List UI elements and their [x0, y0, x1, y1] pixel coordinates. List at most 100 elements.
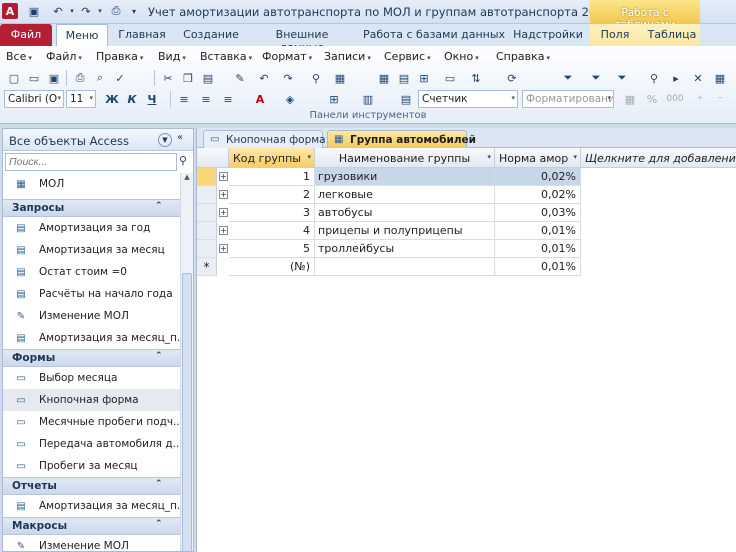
doc-tab-vehicle-groups[interactable]: ▦ Группа автомобилей — [327, 130, 476, 148]
print-preview-icon[interactable]: ⌕ — [92, 70, 108, 86]
menu-all[interactable]: Все ▾ — [6, 50, 32, 63]
table-row[interactable]: + 3 автобусы 0,03% — [197, 204, 585, 222]
nav-item-query[interactable]: ✎ Изменение МОЛ — [3, 305, 181, 327]
alternate-fill-icon[interactable]: ▥ — [360, 91, 376, 107]
cell-depreciation-rate[interactable]: 0,02% — [495, 186, 581, 204]
customize-toolbar-icon[interactable]: ▾ — [126, 3, 142, 19]
nav-header[interactable]: Все объекты Access ▼ « — [3, 129, 193, 151]
column-filter-arrow-icon[interactable]: ▾ — [573, 153, 577, 161]
nav-title[interactable]: Все объекты Access — [9, 134, 129, 148]
cell-depreciation-rate[interactable]: 0,03% — [495, 204, 581, 222]
database-window-icon[interactable]: ▦ — [712, 70, 728, 86]
save-icon[interactable]: ▣ — [26, 3, 42, 19]
column-filter-arrow-icon[interactable]: ▾ — [307, 153, 311, 161]
cell-group-name[interactable]: троллейбусы — [315, 240, 495, 258]
tab-home[interactable]: Главная — [112, 24, 172, 46]
underline-button[interactable]: Ч — [144, 91, 160, 107]
row-selector[interactable] — [197, 168, 217, 186]
table-row[interactable]: + 4 прицепы и полуприцепы 0,01% — [197, 222, 585, 240]
new-object-icon[interactable]: ▭ — [442, 70, 458, 86]
nav-item-query[interactable]: ▤ Амортизация за год — [3, 217, 181, 239]
cell-depreciation-rate-new[interactable]: 0,01% — [495, 258, 581, 276]
new-document-icon[interactable]: ▢ — [6, 70, 22, 86]
print-icon[interactable]: ⎙ — [108, 3, 124, 19]
font-size-combo[interactable]: 11 ▾ — [66, 90, 96, 108]
spell-check-icon[interactable]: ✓ — [112, 70, 128, 86]
table-row[interactable]: + 1 грузовики 0,02% — [197, 168, 585, 186]
column-header-group-code[interactable]: Код группы ▾ — [229, 148, 315, 168]
nav-item-query[interactable]: ▤ Расчёты на начало года — [3, 283, 181, 305]
tab-table[interactable]: Таблица — [644, 24, 700, 46]
copy-icon[interactable]: ❐ — [180, 70, 196, 86]
find-icon[interactable]: ⚲ — [646, 70, 662, 86]
tab-menu[interactable]: Меню — [56, 24, 108, 46]
nav-scrollbar[interactable]: ▲ — [180, 173, 193, 551]
undo-icon[interactable]: ↶ — [256, 70, 272, 86]
select-all-corner[interactable] — [197, 148, 229, 168]
align-right-icon[interactable]: ≡ — [220, 91, 236, 107]
collapse-pane-icon[interactable]: « — [177, 132, 183, 143]
properties-icon[interactable]: ▤ — [398, 91, 414, 107]
doc-tab-switchboard[interactable]: ▭ Кнопочная форма — [203, 130, 326, 148]
cell-depreciation-rate[interactable]: 0,01% — [495, 222, 581, 240]
scrollbar-thumb[interactable] — [182, 273, 192, 551]
expand-subdatasheet-icon[interactable]: + — [219, 226, 228, 235]
cell-group-code[interactable]: 3 — [229, 204, 315, 222]
tab-add-ins[interactable]: Надстройки — [512, 24, 584, 46]
align-left-icon[interactable]: ≡ — [176, 91, 192, 107]
nav-item-query[interactable]: ▤ Остат стоим =0 — [3, 261, 181, 283]
cell-group-code[interactable]: 1 — [229, 168, 315, 186]
toggle-filter-icon[interactable]: ⏷ — [614, 70, 630, 86]
menu-insert[interactable]: Вставка ▾ — [200, 50, 252, 63]
new-record-marker[interactable]: * — [197, 258, 217, 276]
cell-depreciation-rate[interactable]: 0,01% — [495, 240, 581, 258]
collapse-group-icon[interactable]: ⌃ — [155, 519, 163, 529]
cell-group-code-new[interactable]: (№) — [229, 258, 315, 276]
increase-decimals-icon[interactable]: ⁺ — [692, 91, 708, 107]
menu-help[interactable]: Справка ▾ — [496, 50, 550, 63]
search-icon[interactable]: ⚲ — [179, 154, 193, 170]
menu-file[interactable]: Файл ▾ — [46, 50, 82, 63]
cell-group-code[interactable]: 4 — [229, 222, 315, 240]
paste-icon[interactable]: ▤ — [200, 70, 216, 86]
cell-group-name[interactable]: легковые — [315, 186, 495, 204]
row-selector[interactable] — [197, 240, 217, 258]
menu-window[interactable]: Окно ▾ — [444, 50, 479, 63]
office-links-icon[interactable]: ▦ — [332, 70, 348, 86]
cell-group-code[interactable]: 5 — [229, 240, 315, 258]
scroll-up-arrow-icon[interactable]: ▲ — [181, 173, 193, 185]
tab-fields[interactable]: Поля — [592, 24, 638, 46]
collapse-group-icon[interactable]: ⌃ — [155, 201, 163, 211]
menu-records[interactable]: Записи ▾ — [324, 50, 371, 63]
tab-external-data[interactable]: Внешние данные — [252, 24, 352, 54]
redo-dropdown-icon[interactable]: ▾ — [92, 3, 108, 19]
menu-view[interactable]: Вид ▾ — [158, 50, 186, 63]
font-name-combo[interactable]: Calibri (O ▾ — [4, 90, 64, 108]
font-color-icon[interactable]: A — [252, 91, 268, 107]
cell-group-name-new[interactable] — [315, 258, 495, 276]
filter-by-selection-icon[interactable]: ⏷ — [560, 70, 576, 86]
fill-color-icon[interactable]: ◈ — [282, 91, 298, 107]
column-header-depreciation-rate[interactable]: Норма амор ▾ — [495, 148, 581, 168]
cell-group-code[interactable]: 2 — [229, 186, 315, 204]
percent-button[interactable]: % — [644, 91, 660, 107]
nav-item-report[interactable]: ▤ Амортизация за месяц_п... — [3, 495, 181, 517]
expand-subdatasheet-icon[interactable]: + — [219, 244, 228, 253]
menu-tools[interactable]: Сервис ▾ — [384, 50, 431, 63]
relationships-icon[interactable]: ⊞ — [416, 70, 432, 86]
table-row[interactable]: + 2 легковые 0,02% — [197, 186, 585, 204]
nav-item-form[interactable]: ▭ Пробеги за месяц — [3, 455, 181, 477]
datasheet-icon[interactable]: ▦ — [376, 70, 392, 86]
expand-subdatasheet-icon[interactable]: + — [219, 190, 228, 199]
cell-group-name[interactable]: грузовики — [315, 168, 495, 186]
thousands-button[interactable]: 000 — [664, 91, 686, 107]
sort-icon[interactable]: ⇅ — [468, 70, 484, 86]
nav-group-reports[interactable]: Отчеты ⌃ — [3, 477, 181, 495]
delete-record-icon[interactable]: ✕ — [690, 70, 706, 86]
filter-by-form-icon[interactable]: ⏷ — [588, 70, 604, 86]
menu-format[interactable]: Формат ▾ — [262, 50, 312, 63]
nav-item-form[interactable]: ▭ Кнопочная форма — [3, 389, 181, 411]
nav-item-form[interactable]: ▭ Выбор месяца — [3, 367, 181, 389]
nav-item-form[interactable]: ▭ Месячные пробеги подч... — [3, 411, 181, 433]
cut-icon[interactable]: ✂ — [160, 70, 176, 86]
